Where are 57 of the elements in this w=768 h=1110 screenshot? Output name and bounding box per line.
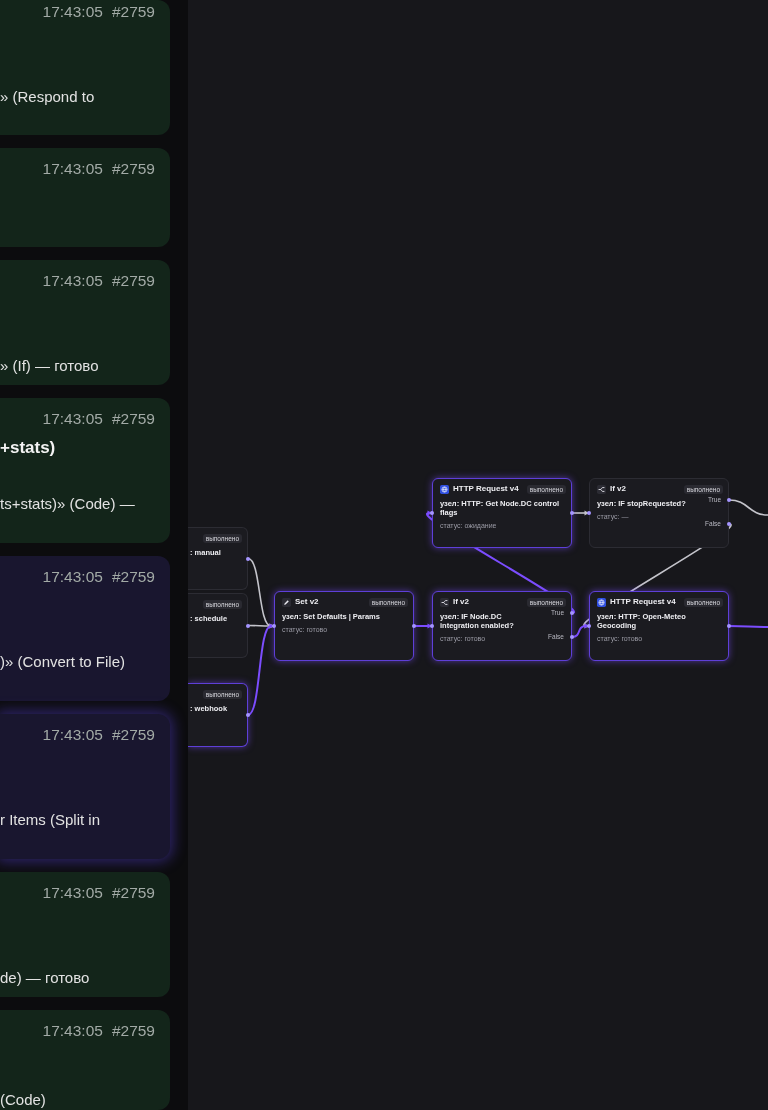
timestamp: 17:43:05 (42, 569, 103, 585)
run-number: #2759 (111, 727, 155, 743)
timestamp: 17:43:05 (42, 4, 103, 20)
timestamp: 17:43:05 (42, 411, 103, 427)
run-number: #2759 (111, 885, 155, 901)
log-card[interactable]: 17:43:05 #2759 +stats) ts+stats)» (Code) — (0, 398, 170, 543)
port-icon[interactable] (727, 498, 731, 502)
node-title: HTTP Request v4 (453, 483, 519, 495)
log-card[interactable]: 17:43:05 #2759 » (Respond to (0, 0, 170, 135)
log-card[interactable]: 17:43:05 #2759 )» (Convert to File) (0, 556, 170, 701)
port-icon[interactable] (727, 522, 731, 526)
run-number: #2759 (111, 4, 155, 20)
node-title: If v2 (610, 483, 626, 495)
node-title: If v2 (453, 596, 469, 608)
port-icon[interactable] (272, 624, 276, 628)
run-number: #2759 (111, 1023, 155, 1039)
node-title: Set v2 (295, 596, 319, 608)
step-description: » (Respond to (0, 87, 95, 107)
fork-icon (597, 484, 606, 494)
pencil-icon (282, 597, 291, 607)
step-description: de) — готово (0, 968, 90, 988)
timestamp: 17:43:05 (42, 885, 103, 901)
port-icon[interactable] (246, 623, 250, 628)
timestamp: 17:43:05 (42, 727, 103, 743)
step-description: ts+stats)» (Code) — (0, 494, 135, 514)
port-icon[interactable] (570, 511, 574, 515)
log-card[interactable]: 17:43:05 #2759 r Items (Split in (0, 714, 170, 859)
step-description: r Items (Split in (0, 810, 101, 830)
step-description: » (If) — готово (0, 356, 99, 376)
port-icon[interactable] (246, 713, 250, 717)
step-description: )» (Convert to File) (0, 652, 126, 672)
timestamp: 17:43:05 (42, 273, 103, 289)
run-number: #2759 (111, 161, 155, 177)
run-number: #2759 (111, 411, 155, 427)
run-number: #2759 (111, 569, 155, 585)
step-title: +stats) (0, 438, 56, 458)
step-description: (Code) (0, 1090, 46, 1110)
port-icon[interactable] (570, 611, 574, 615)
port-icon[interactable] (587, 624, 591, 628)
globe-icon (597, 597, 606, 607)
log-card[interactable]: 17:43:05 #2759 (Code) (0, 1010, 170, 1110)
globe-icon (440, 484, 449, 494)
port-icon[interactable] (727, 624, 731, 628)
node-title: HTTP Request v4 (610, 596, 676, 608)
run-number: #2759 (111, 273, 155, 289)
port-icon[interactable] (587, 511, 591, 515)
port-icon[interactable] (412, 624, 416, 628)
port-icon[interactable] (246, 556, 250, 561)
timestamp: 17:43:05 (42, 161, 103, 177)
port-icon[interactable] (430, 511, 434, 515)
log-card[interactable]: 17:43:05 #2759 de) — готово (0, 872, 170, 997)
log-card[interactable]: 17:43:05 #2759 (0, 148, 170, 247)
fork-icon (440, 597, 449, 607)
port-icon[interactable] (430, 624, 434, 628)
timestamp: 17:43:05 (42, 1023, 103, 1039)
log-card[interactable]: 17:43:05 #2759 » (If) — готово (0, 260, 170, 385)
port-icon[interactable] (570, 635, 574, 639)
